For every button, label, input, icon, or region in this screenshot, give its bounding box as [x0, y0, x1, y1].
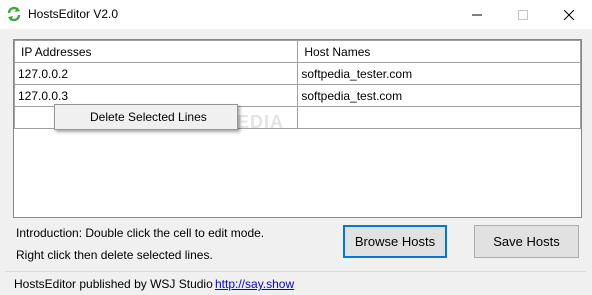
column-header-host[interactable]: Host Names [297, 40, 581, 63]
status-bar: HostsEditor published by WSJ Studio http… [5, 271, 586, 292]
save-hosts-button[interactable]: Save Hosts [474, 225, 579, 258]
status-link[interactable]: http://say.show [215, 277, 294, 291]
table-row[interactable]: 127.0.0.2 softpedia_tester.com [13, 62, 581, 85]
host-cell[interactable] [297, 106, 581, 129]
intro-text: Introduction: Double click the cell to e… [16, 226, 265, 240]
status-text: HostsEditor published by WSJ Studio [14, 277, 213, 291]
context-menu: Delete Selected Lines [54, 104, 238, 130]
column-header-ip[interactable]: IP Addresses [13, 40, 299, 63]
title-bar: HostsEditor V2.0 [0, 0, 592, 29]
minimize-button[interactable] [454, 0, 500, 29]
host-cell[interactable]: softpedia_test.com [297, 84, 581, 107]
ip-cell[interactable]: 127.0.0.2 [13, 62, 299, 85]
refresh-arrows-icon [6, 6, 22, 22]
close-button[interactable] [546, 0, 592, 29]
intro-text-2: Right click then delete selected lines. [16, 248, 213, 262]
delete-selected-lines-menu-item[interactable]: Delete Selected Lines [90, 110, 207, 124]
window-title: HostsEditor V2.0 [28, 7, 119, 21]
header-row: IP Addresses Host Names [13, 40, 581, 63]
maximize-button[interactable] [500, 0, 546, 29]
browse-hosts-button[interactable]: Browse Hosts [343, 225, 447, 258]
host-cell[interactable]: softpedia_tester.com [297, 62, 581, 85]
